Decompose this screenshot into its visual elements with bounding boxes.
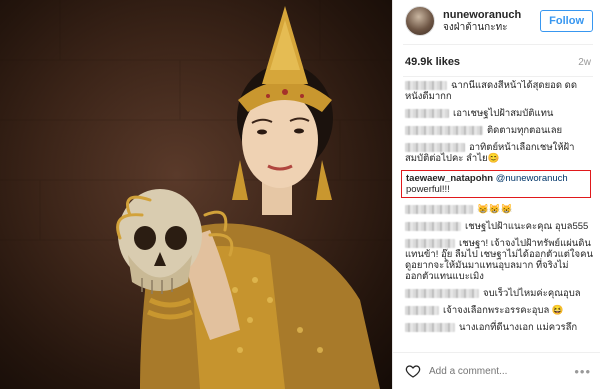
comment-text: จบเร็วไปไหมค่ะคุณอุบล <box>483 288 581 299</box>
post-subtitle: จงฝ่าต้านกะทะ <box>443 21 508 33</box>
comment-item: นางเอกที่ดีนางเอก แม่ควรลึก <box>405 322 593 333</box>
post-age[interactable]: 2w <box>578 57 591 68</box>
avatar[interactable] <box>405 6 435 36</box>
comment-item: ฉากนี้แสดงสีหน้าได้สุดยอด ดด หนังดีมากก <box>405 80 593 102</box>
post-header: nuneworanuch จงฝ่าต้านกะทะ Follow <box>393 0 600 42</box>
blurred-username <box>405 80 447 90</box>
comments-list[interactable]: ฉากนี้แสดงสีหน้าได้สุดยอด ดด หนังดีมากก … <box>393 80 600 350</box>
comment-text: ติดตามทุกตอนเลย <box>487 125 563 136</box>
follow-button[interactable]: Follow <box>540 10 593 32</box>
comment-mention-link[interactable]: @nuneworanuch <box>496 173 568 184</box>
username-link[interactable]: nuneworanuch <box>443 9 540 22</box>
likes-count[interactable]: 49.9k likes <box>405 56 460 68</box>
comment-item: จบเร็วไปไหมค่ะคุณอุบล <box>405 288 593 299</box>
blurred-username <box>405 221 461 231</box>
comment-username-link[interactable]: taewaew_natapohn <box>406 173 493 184</box>
post-photo[interactable] <box>0 0 392 389</box>
highlighted-comment: taewaew_natapohn @nuneworanuch powerful!… <box>401 170 591 198</box>
stats-divider <box>403 76 593 77</box>
header-text: nuneworanuch จงฝ่าต้านกะทะ <box>443 9 540 34</box>
post-panel: nuneworanuch จงฝ่าต้านกะทะ Follow 49.9k … <box>392 0 600 389</box>
blurred-username <box>405 288 479 298</box>
comment-text: powerful!!! <box>406 184 450 195</box>
blurred-username <box>405 238 455 248</box>
heart-icon[interactable] <box>405 363 421 379</box>
comment-item: เชษฐไปฝ้าแนะคะคุณ อุบล555 <box>405 221 593 232</box>
comment-item: เอาเชษฐไปฝ้าสมบัติแทน <box>405 108 593 119</box>
comment-bar: ••• <box>393 352 600 389</box>
blurred-username <box>405 305 439 315</box>
blurred-username <box>405 204 473 214</box>
comment-item: เชษฐา! เจ้าจงไปฝ้าทรัพย์แผ่นดินแทนข้า! อ… <box>405 238 593 282</box>
comment-text: เชษฐไปฝ้าแนะคะคุณ อุบล555 <box>465 221 589 232</box>
comment-text: เอาเชษฐไปฝ้าสมบัติแทน <box>453 108 554 119</box>
comment-text: นางเอกที่ดีนางเอก แม่ควรลึก <box>459 322 578 333</box>
post-image <box>0 0 392 389</box>
post-stats: 49.9k likes 2w <box>393 54 600 70</box>
blurred-username <box>405 142 465 152</box>
add-comment-input[interactable] <box>429 365 575 377</box>
blurred-username <box>405 322 455 332</box>
comment-text: เจ้าจงเลือกพระอรรคะอุบล 😆 <box>443 305 564 316</box>
comment-text: 😸😸😸 <box>477 204 513 215</box>
more-options-icon[interactable]: ••• <box>574 364 591 379</box>
comment-item: ติดตามทุกตอนเลย <box>405 125 593 136</box>
comment-item: เจ้าจงเลือกพระอรรคะอุบล 😆 <box>405 305 593 316</box>
comment-item: อาทิตย์หน้าเลือกเชษให้ฝ้า สมบัติต่อไปคะ … <box>405 142 593 164</box>
blurred-username <box>405 108 449 118</box>
comment-item: 😸😸😸 <box>405 204 593 215</box>
header-divider <box>403 44 593 45</box>
blurred-username <box>405 125 483 135</box>
